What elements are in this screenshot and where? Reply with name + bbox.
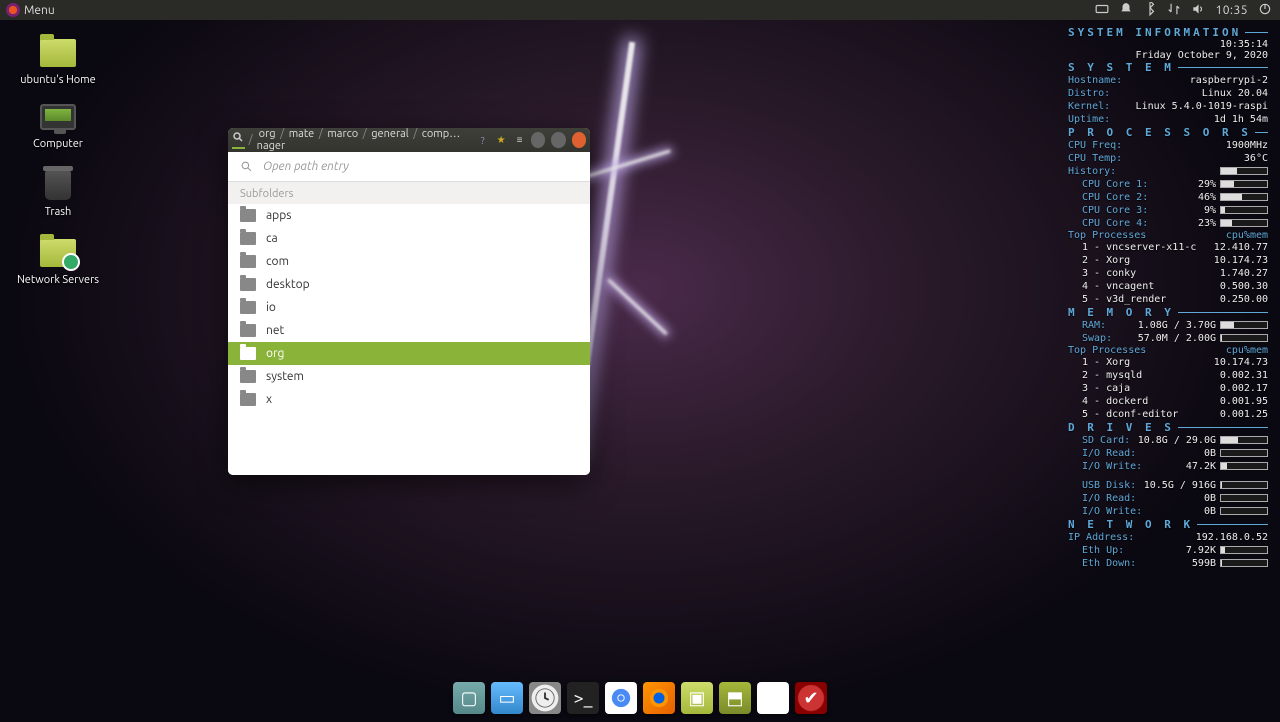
desktop-icon-computer[interactable]: Computer — [10, 100, 106, 150]
close-button[interactable] — [572, 132, 586, 148]
folder-item[interactable]: net — [228, 319, 590, 342]
system-info-widget: SYSTEM INFORMATION10:35:14Friday October… — [1068, 26, 1268, 570]
desktop-icon-label: Computer — [10, 138, 106, 150]
dock-system-monitor[interactable]: ✔ — [795, 682, 827, 714]
path-entry[interactable]: Open path entry — [228, 152, 590, 182]
breadcrumb-segment[interactable]: general — [369, 128, 410, 140]
power-icon[interactable] — [1258, 2, 1272, 19]
folder-label: org — [266, 347, 284, 360]
dock-terminal[interactable]: >_ — [567, 682, 599, 714]
folder-item[interactable]: com — [228, 250, 590, 273]
folder-item[interactable]: org — [228, 342, 590, 365]
bluetooth-icon[interactable] — [1143, 2, 1157, 19]
desktop-icon-label: Trash — [10, 206, 106, 218]
dock-firefox[interactable] — [643, 682, 675, 714]
folder-item[interactable]: ca — [228, 227, 590, 250]
search-icon — [240, 160, 253, 173]
folder-item[interactable]: system — [228, 365, 590, 388]
folder-item[interactable]: io — [228, 296, 590, 319]
subfolders-header: Subfolders — [228, 182, 590, 204]
file-manager-window: / org / mate / marco / general / comp…na… — [228, 128, 590, 475]
hamburger-icon[interactable]: ≡ — [512, 132, 526, 148]
dock-file-manager[interactable]: ▣ — [681, 682, 713, 714]
folder-icon — [240, 209, 256, 222]
dock: ▢ ▭ >_ ▣ ⬒ V2 ✔ — [445, 678, 835, 718]
search-icon[interactable] — [232, 131, 245, 149]
folder-icon — [240, 255, 256, 268]
top-panel: Menu 10:35 — [0, 0, 1280, 20]
folder-icon — [240, 301, 256, 314]
breadcrumb-segment[interactable]: marco — [325, 128, 360, 140]
ubuntu-logo-icon — [6, 3, 20, 17]
folder-icon — [40, 39, 76, 67]
folder-icon — [240, 393, 256, 406]
folder-label: io — [266, 301, 276, 314]
computer-icon — [40, 104, 76, 130]
volume-icon[interactable] — [1191, 2, 1205, 19]
desktop-icon-network[interactable]: Network Servers — [10, 236, 106, 286]
desktop-icon-label: Network Servers — [10, 274, 106, 286]
folder-item[interactable]: apps — [228, 204, 590, 227]
window-titlebar[interactable]: / org / mate / marco / general / comp…na… — [228, 128, 590, 152]
folder-label: apps — [266, 209, 291, 222]
notification-icon[interactable] — [1119, 2, 1133, 19]
bookmark-icon[interactable]: ★ — [494, 132, 508, 148]
network-folder-icon — [40, 239, 76, 267]
folder-label: com — [266, 255, 289, 268]
dock-chromium[interactable] — [605, 682, 637, 714]
folder-icon — [240, 324, 256, 337]
path-placeholder: Open path entry — [263, 160, 349, 173]
folder-label: ca — [266, 232, 278, 245]
menu-label: Menu — [24, 4, 55, 17]
menu-button[interactable]: Menu — [4, 3, 63, 17]
desktop-icon-label: ubuntu's Home — [10, 74, 106, 86]
folder-label: system — [266, 370, 304, 383]
keyboard-icon[interactable] — [1095, 2, 1109, 19]
folder-icon — [240, 347, 256, 360]
dock-software[interactable]: ⬒ — [719, 682, 751, 714]
dock-clock[interactable] — [529, 682, 561, 714]
folder-item[interactable]: x — [228, 388, 590, 411]
breadcrumb-segment[interactable]: org — [257, 128, 278, 140]
panel-clock[interactable]: 10:35 — [1215, 4, 1248, 17]
folder-label: desktop — [266, 278, 310, 291]
desktop-icon-home[interactable]: ubuntu's Home — [10, 36, 106, 86]
minimize-button[interactable] — [531, 132, 545, 148]
maximize-button[interactable] — [551, 132, 565, 148]
help-icon[interactable]: ? — [476, 132, 490, 148]
dock-vnc[interactable]: V2 — [757, 682, 789, 714]
folder-icon — [240, 232, 256, 245]
trash-icon — [45, 170, 71, 200]
folder-label: net — [266, 324, 284, 337]
folder-icon — [240, 278, 256, 291]
folder-icon — [240, 370, 256, 383]
system-tray: 10:35 — [1095, 2, 1276, 19]
folder-list: apps ca com desktop io net org system x — [228, 204, 590, 411]
breadcrumb-segment[interactable]: mate — [287, 128, 317, 140]
folder-item[interactable]: desktop — [228, 273, 590, 296]
network-icon[interactable] — [1167, 2, 1181, 19]
dock-show-desktop[interactable]: ▢ — [453, 682, 485, 714]
dock-files[interactable]: ▭ — [491, 682, 523, 714]
desktop-icon-trash[interactable]: Trash — [10, 168, 106, 218]
folder-label: x — [266, 393, 272, 406]
